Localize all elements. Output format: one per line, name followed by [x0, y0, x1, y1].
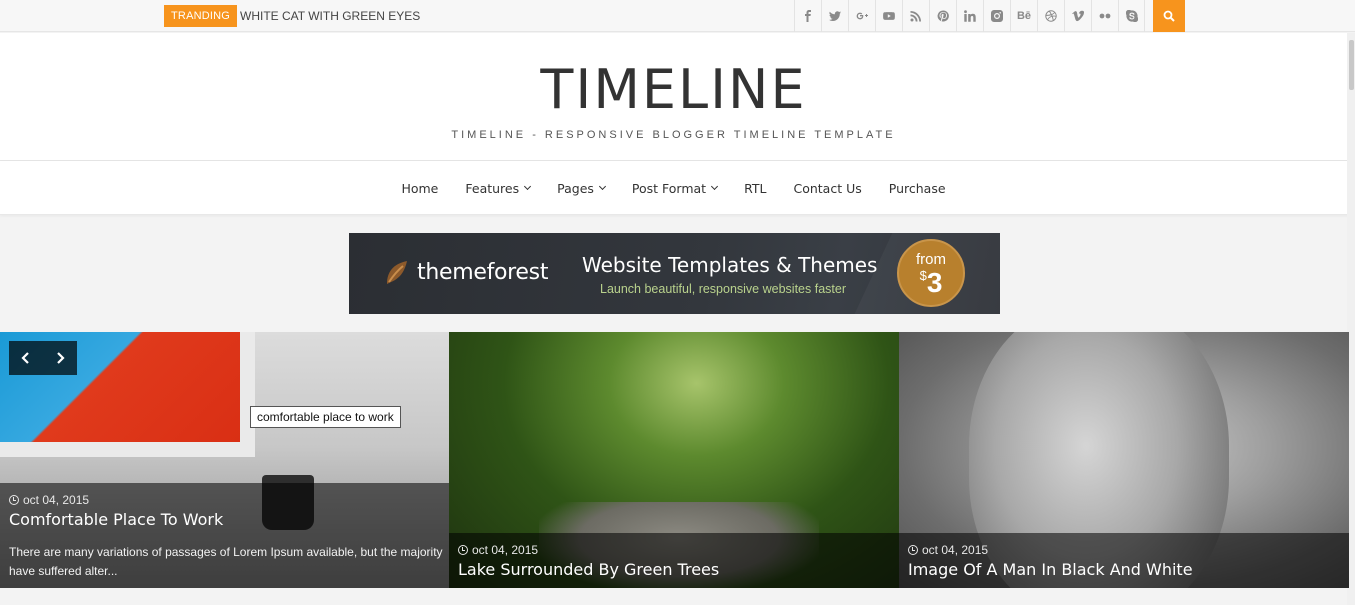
slide-caption: oct 04, 2015 Lake Surrounded By Green Tr… [449, 533, 899, 588]
clock-icon [908, 545, 918, 555]
banner-title: Website Templates & Themes [582, 253, 878, 277]
nav-item-label: Features [465, 180, 520, 196]
chevron-right-icon [57, 352, 65, 364]
nav-item-label: RTL [744, 180, 767, 196]
nav-item-label: Home [401, 180, 439, 196]
scrollbar-thumb[interactable] [1349, 40, 1354, 90]
slider-next-button[interactable] [43, 341, 77, 375]
youtube-icon[interactable] [875, 0, 902, 32]
nav-item-label: Pages [557, 180, 594, 196]
facebook-icon[interactable] [794, 0, 821, 32]
trending-post-link[interactable]: WHITE CAT WITH GREEN EYES [240, 5, 420, 27]
vimeo-icon[interactable] [1064, 0, 1091, 32]
nav-item-label: Post Format [631, 180, 707, 196]
trending-badge: TRANDING [164, 5, 238, 27]
dribbble-icon[interactable] [1037, 0, 1064, 32]
site-header: TIMELINE TIMELINE - RESPONSIVE BLOGGER T… [0, 33, 1355, 161]
chevron-down-icon [524, 182, 532, 191]
clock-icon [9, 495, 19, 505]
banner-subtitle: Launch beautiful, responsive websites fa… [600, 282, 846, 296]
themeforest-brand-text: themeforest [417, 259, 549, 285]
themeforest-leaf-icon [387, 261, 407, 284]
post-date-text: oct 04, 2015 [922, 543, 989, 557]
slider-prev-button[interactable] [9, 341, 43, 375]
nav-item-home[interactable]: Home [401, 181, 438, 196]
behance-icon[interactable]: Bē [1010, 0, 1037, 32]
themeforest-ad-banner[interactable]: themeforest Website Templates & Themes L… [349, 233, 1000, 314]
post-date: oct 04, 2015 [9, 493, 449, 507]
chevron-down-icon [598, 182, 606, 191]
site-logo[interactable]: TIMELINE [0, 60, 1347, 120]
nav-item-features[interactable]: Features [465, 180, 532, 196]
themeforest-logo: themeforest [383, 258, 548, 286]
search-icon [1163, 10, 1175, 22]
post-excerpt: There are many variations of passages of… [9, 545, 443, 578]
slide-caption: oct 04, 2015 Image Of A Man In Black And… [899, 533, 1349, 588]
post-date-text: oct 04, 2015 [472, 543, 539, 557]
post-date: oct 04, 2015 [458, 543, 899, 557]
nav-item-pages[interactable]: Pages [557, 180, 606, 196]
site-tagline: TIMELINE - RESPONSIVE BLOGGER TIMELINE T… [451, 129, 896, 141]
google-plus-icon[interactable] [848, 0, 875, 32]
post-title[interactable]: Image Of A Man In Black And White [908, 560, 1349, 579]
nav-item-purchase[interactable]: Purchase [889, 181, 946, 196]
nav-item-rtl[interactable]: RTL [744, 181, 766, 196]
slide-lake-green-trees[interactable]: oct 04, 2015 Lake Surrounded By Green Tr… [449, 332, 899, 588]
price-badge: from $3 [897, 239, 965, 307]
price-from-label: from [916, 251, 946, 268]
post-date-text: oct 04, 2015 [23, 493, 90, 507]
linkedin-icon[interactable] [956, 0, 983, 32]
nav-item-label: Contact Us [793, 180, 862, 196]
search-button[interactable] [1153, 0, 1185, 32]
slide-caption: oct 04, 2015 Comfortable Place To Work T… [0, 483, 449, 588]
post-title[interactable]: Comfortable Place To Work [9, 510, 449, 529]
flickr-icon[interactable] [1091, 0, 1118, 32]
nav-item-contact-us[interactable]: Contact Us [793, 181, 861, 196]
clock-icon [458, 545, 468, 555]
chevron-down-icon [711, 182, 719, 191]
nav-item-label: Purchase [888, 180, 946, 196]
price-number: 3 [926, 267, 943, 298]
chevron-left-icon [21, 352, 29, 364]
rss-icon[interactable] [902, 0, 929, 32]
skype-icon[interactable] [1118, 0, 1145, 32]
post-date: oct 04, 2015 [908, 543, 1349, 557]
twitter-icon[interactable] [821, 0, 848, 32]
featured-slider: oct 04, 2015 Comfortable Place To Work T… [0, 332, 1349, 588]
slide-man-black-white[interactable]: oct 04, 2015 Image Of A Man In Black And… [899, 332, 1349, 588]
pinterest-icon[interactable] [929, 0, 956, 32]
price-currency: $ [919, 268, 927, 283]
instagram-icon[interactable] [983, 0, 1010, 32]
nav-item-post-format[interactable]: Post Format [631, 180, 719, 196]
main-navigation: Home Features Pages Post Format RTL Cont… [0, 161, 1355, 215]
post-title[interactable]: Lake Surrounded By Green Trees [458, 560, 899, 579]
social-links: Bē [794, 0, 1145, 32]
price-value: $3 [899, 267, 963, 299]
top-bar: TRANDING WHITE CAT WITH GREEN EYES Bē [0, 0, 1355, 32]
slide-tooltip: comfortable place to work [250, 406, 401, 428]
